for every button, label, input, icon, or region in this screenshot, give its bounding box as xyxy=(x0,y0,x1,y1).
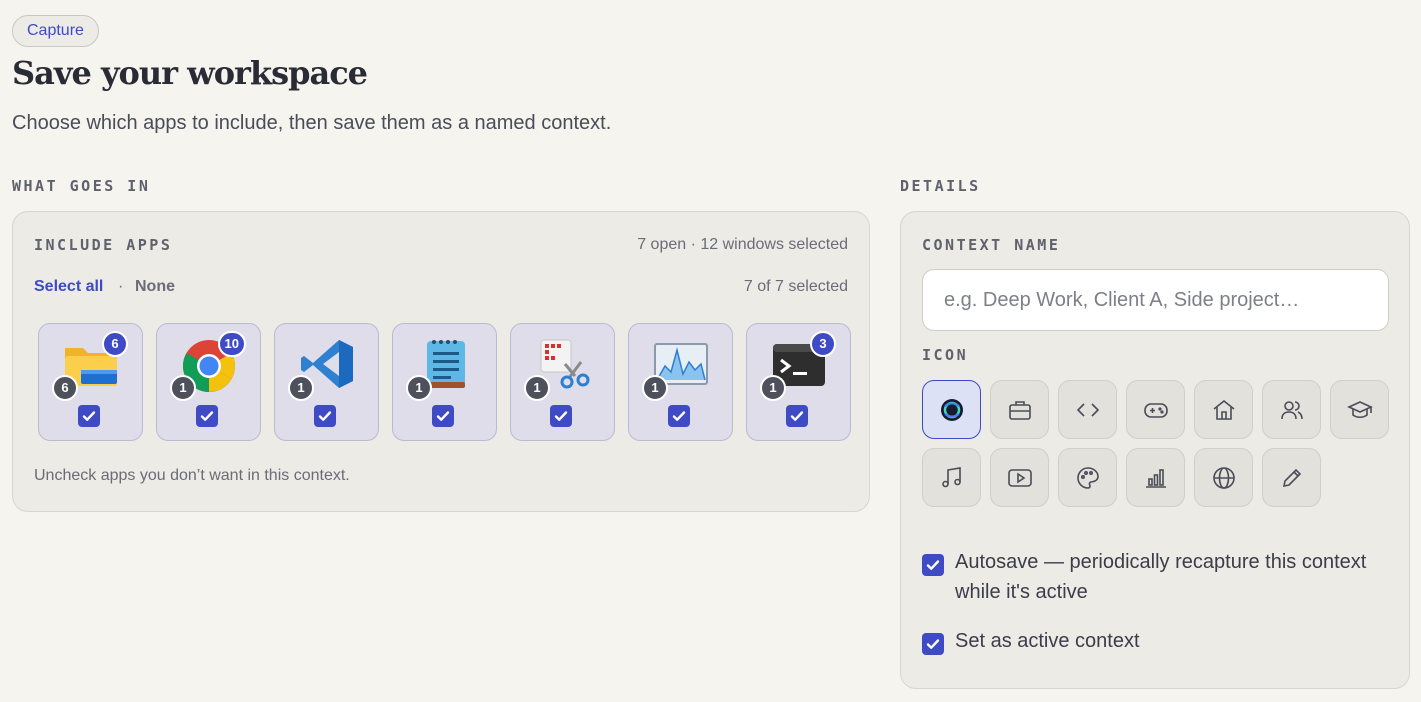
include-apps-hint: Uncheck apps you don’t want in this cont… xyxy=(34,467,350,484)
icon-option-music[interactable] xyxy=(922,448,981,507)
music-icon xyxy=(941,466,961,487)
section-label-what-goes-in: WHAT GOES IN xyxy=(12,177,151,195)
include-checkbox[interactable] xyxy=(432,405,454,427)
check-icon xyxy=(554,411,568,421)
selected-window-badge: 1 xyxy=(406,375,432,401)
icon-option-palette[interactable] xyxy=(1058,448,1117,507)
icon-option-globe[interactable] xyxy=(1194,448,1253,507)
include-checkbox[interactable] xyxy=(550,405,572,427)
selected-window-badge: 1 xyxy=(524,375,550,401)
page-subtitle: Choose which apps to include, then save … xyxy=(12,112,612,134)
autosave-checkbox[interactable] xyxy=(922,554,944,576)
context-name-label: CONTEXT NAME xyxy=(922,236,1061,254)
icon-label: ICON xyxy=(922,346,969,364)
icon-option-pencil[interactable] xyxy=(1262,448,1321,507)
selected-window-badge: 1 xyxy=(642,375,668,401)
window-count-badge: 10 xyxy=(217,331,246,357)
check-icon xyxy=(926,560,940,570)
icon-option-home[interactable] xyxy=(1194,380,1253,439)
globe-icon xyxy=(1212,466,1235,489)
selected-count: 7 of 7 selected xyxy=(743,278,848,295)
icon-option-app-logo[interactable] xyxy=(922,380,981,439)
icon-option-gamepad[interactable] xyxy=(1126,380,1185,439)
select-none-link[interactable]: None xyxy=(135,278,175,296)
include-checkbox[interactable] xyxy=(668,405,690,427)
check-icon xyxy=(436,411,450,421)
code-icon xyxy=(1076,402,1099,417)
app-tile-chrome[interactable]: 10 1 xyxy=(156,323,261,441)
include-checkbox[interactable] xyxy=(196,405,218,427)
app-tile-file-explorer[interactable]: 6 6 xyxy=(38,323,143,441)
check-icon xyxy=(672,411,686,421)
include-checkbox[interactable] xyxy=(78,405,100,427)
icon-option-play[interactable] xyxy=(990,448,1049,507)
set-active-checkbox[interactable] xyxy=(922,633,944,655)
app-tile-snipping-tool[interactable]: 1 xyxy=(510,323,615,441)
check-icon xyxy=(318,411,332,421)
capture-badge: Capture xyxy=(12,15,99,47)
selection-summary: 7 open · 12 windows selected xyxy=(637,236,848,253)
app-tile-task-manager[interactable]: 1 xyxy=(628,323,733,441)
autosave-option[interactable]: Autosave — periodically recapture this c… xyxy=(922,547,1395,607)
app-tile-vscode[interactable]: 1 xyxy=(274,323,379,441)
check-icon xyxy=(200,411,214,421)
include-checkbox[interactable] xyxy=(786,405,808,427)
app-tile-notepad[interactable]: 1 xyxy=(392,323,497,441)
briefcase-icon xyxy=(1008,400,1031,420)
page-title: Save your workspace xyxy=(12,54,368,92)
icon-option-code[interactable] xyxy=(1058,380,1117,439)
include-apps-label: INCLUDE APPS xyxy=(34,236,173,254)
selected-window-badge: 1 xyxy=(760,375,786,401)
check-icon xyxy=(926,639,940,649)
section-label-details: DETAILS xyxy=(900,177,981,195)
selected-window-badge: 6 xyxy=(52,375,78,401)
users-icon xyxy=(1280,400,1303,419)
context-name-input[interactable] xyxy=(922,269,1389,331)
play-icon xyxy=(1007,468,1032,487)
window-count-badge: 6 xyxy=(102,331,128,357)
bar-chart-icon xyxy=(1145,468,1166,488)
icon-option-briefcase[interactable] xyxy=(990,380,1049,439)
app-tile-terminal[interactable]: 3 1 xyxy=(746,323,851,441)
icon-option-bar-chart[interactable] xyxy=(1126,448,1185,507)
icon-option-graduation-cap[interactable] xyxy=(1330,380,1389,439)
check-icon xyxy=(790,411,804,421)
set-active-label: Set as active context xyxy=(955,630,1140,652)
pencil-icon xyxy=(1282,468,1301,487)
set-active-option[interactable]: Set as active context xyxy=(922,626,1395,656)
icon-option-users[interactable] xyxy=(1262,380,1321,439)
selected-window-badge: 1 xyxy=(288,375,314,401)
graduation-cap-icon xyxy=(1346,400,1373,418)
include-apps-card: INCLUDE APPS 7 open · 12 windows selecte… xyxy=(12,211,870,512)
include-checkbox[interactable] xyxy=(314,405,336,427)
check-icon xyxy=(82,411,96,421)
selected-window-badge: 1 xyxy=(170,375,196,401)
home-icon xyxy=(1213,399,1234,420)
autosave-label: Autosave — periodically recapture this c… xyxy=(955,551,1367,603)
app-list: 6 6 10 1 1 1 1 1 3 1 xyxy=(38,323,851,441)
gamepad-icon xyxy=(1143,402,1168,418)
app-logo-icon xyxy=(940,398,963,421)
details-card: CONTEXT NAME ICON xyxy=(900,211,1410,689)
palette-icon xyxy=(1076,466,1099,489)
window-count-badge: 3 xyxy=(810,331,836,357)
select-all-link[interactable]: Select all xyxy=(34,278,103,296)
icon-picker xyxy=(922,380,1389,507)
link-separator: · xyxy=(118,278,124,295)
